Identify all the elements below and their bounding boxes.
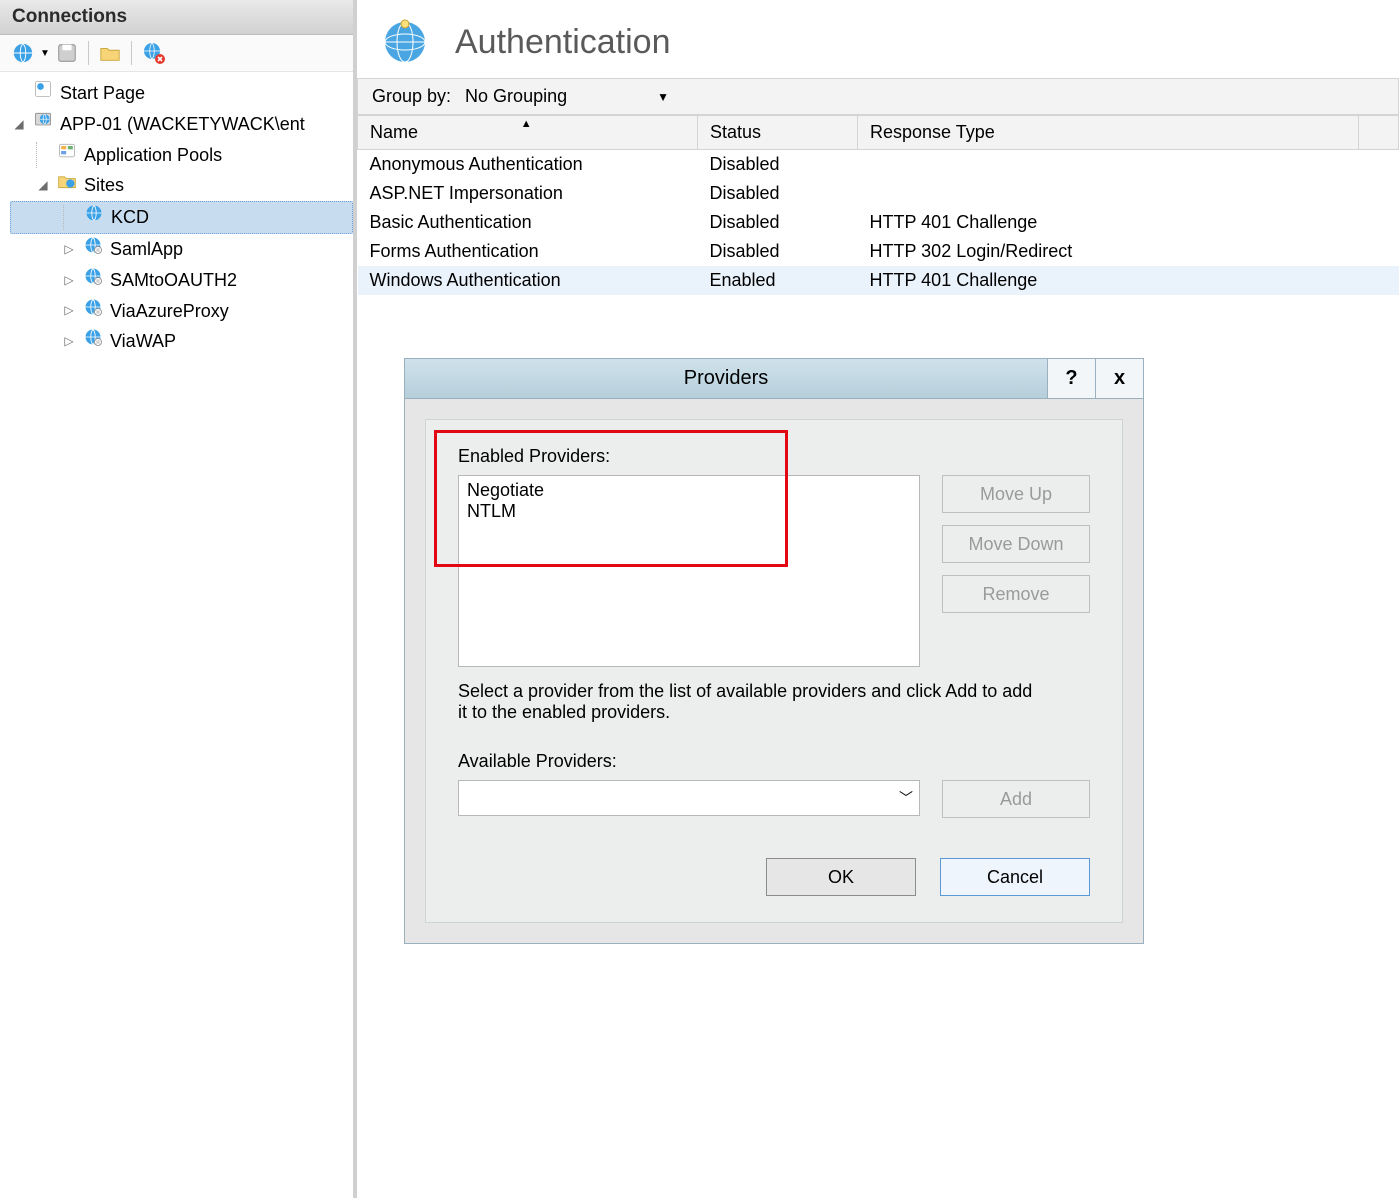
- dropdown-caret-icon[interactable]: ▼: [40, 48, 50, 59]
- group-by-bar: Group by: No Grouping ▼: [357, 78, 1399, 115]
- column-header-spacer: [1359, 116, 1399, 150]
- connections-panel: Connections ▼ Star: [0, 0, 357, 1198]
- available-providers-label: Available Providers:: [458, 751, 1090, 772]
- list-item[interactable]: Negotiate: [467, 480, 911, 501]
- connections-tree[interactable]: Start Page ◢ APP-01 (WACKETYWACK\ent App…: [0, 72, 353, 1198]
- grid-row[interactable]: ASP.NET Impersonation Disabled: [358, 179, 1399, 208]
- cell-name: Basic Authentication: [358, 208, 698, 237]
- site-icon: [82, 266, 104, 295]
- dialog-titlebar[interactable]: Providers ? x: [405, 359, 1143, 399]
- toolbar-separator: [131, 41, 132, 65]
- dialog-close-button[interactable]: x: [1095, 359, 1143, 399]
- authentication-icon: [381, 18, 429, 66]
- connections-toolbar: ▼: [0, 35, 353, 72]
- column-header-label: Name: [370, 122, 418, 142]
- enabled-providers-list[interactable]: Negotiate NTLM: [458, 475, 920, 667]
- cell-name: Anonymous Authentication: [358, 150, 698, 180]
- tree-label: Start Page: [60, 79, 145, 108]
- tree-label: SamlApp: [110, 235, 183, 264]
- tree-label: KCD: [111, 203, 149, 232]
- tree-label: Application Pools: [84, 141, 222, 170]
- move-down-button[interactable]: Move Down: [942, 525, 1090, 563]
- cell-status: Disabled: [698, 237, 858, 266]
- tree-server-node[interactable]: ◢ APP-01 (WACKETYWACK\ent: [10, 109, 353, 140]
- expander-expand-icon[interactable]: ▷: [62, 240, 76, 259]
- site-icon: [82, 297, 104, 326]
- cell-response: HTTP 401 Challenge: [858, 208, 1359, 237]
- cell-name: Forms Authentication: [358, 237, 698, 266]
- expander-collapsed-icon[interactable]: ◢: [12, 115, 26, 134]
- list-item[interactable]: NTLM: [467, 501, 911, 522]
- cell-status: Disabled: [698, 208, 858, 237]
- chevron-down-icon: ▼: [657, 90, 669, 104]
- cell-status: Disabled: [698, 150, 858, 180]
- move-up-button[interactable]: Move Up: [942, 475, 1090, 513]
- group-by-dropdown[interactable]: No Grouping ▼: [461, 84, 673, 109]
- start-page-icon: [32, 79, 54, 108]
- expander-expand-icon[interactable]: ▷: [62, 271, 76, 290]
- site-icon: [82, 235, 104, 264]
- cell-response: [858, 179, 1359, 208]
- chevron-down-icon: ﹀: [899, 788, 913, 808]
- available-providers-dropdown[interactable]: ﹀: [458, 780, 920, 816]
- grid-row[interactable]: Basic Authentication Disabled HTTP 401 C…: [358, 208, 1399, 237]
- cell-response: HTTP 302 Login/Redirect: [858, 237, 1359, 266]
- toolbar-separator: [88, 41, 89, 65]
- dialog-body: Enabled Providers: Negotiate NTLM Move U…: [425, 419, 1123, 923]
- authentication-grid[interactable]: Name ▲ Status Response Type Anonymous Au…: [357, 115, 1399, 295]
- tree-label: APP-01 (WACKETYWACK\ent: [60, 110, 305, 139]
- group-by-label: Group by:: [372, 86, 451, 107]
- tree-label: SAMtoOAUTH2: [110, 266, 237, 295]
- site-icon: [82, 327, 104, 356]
- expander-expand-icon[interactable]: ▷: [62, 332, 76, 351]
- tree-site-samlapp[interactable]: ▷ SamlApp: [10, 234, 353, 265]
- grid-row[interactable]: Forms Authentication Disabled HTTP 302 L…: [358, 237, 1399, 266]
- providers-dialog: Providers ? x Enabled Providers: Negotia…: [404, 358, 1144, 944]
- remove-button[interactable]: Remove: [942, 575, 1090, 613]
- sites-folder-icon: [56, 171, 78, 200]
- group-by-value: No Grouping: [465, 86, 567, 107]
- column-header-name[interactable]: Name ▲: [358, 116, 698, 150]
- app-pools-icon: [56, 141, 78, 170]
- tree-start-page[interactable]: Start Page: [10, 78, 353, 109]
- tree-site-viaazureproxy[interactable]: ▷ ViaAzureProxy: [10, 296, 353, 327]
- folder-open-icon[interactable]: [99, 42, 121, 64]
- dialog-title: Providers: [405, 367, 1047, 390]
- tree-site-kcd[interactable]: KCD: [10, 201, 353, 234]
- tree-sites-node[interactable]: ◢ Sites: [10, 170, 353, 201]
- tree-site-samtooauth2[interactable]: ▷ SAMtoOAUTH2: [10, 265, 353, 296]
- site-icon: [83, 203, 105, 232]
- tree-site-viawap[interactable]: ▷ ViaWAP: [10, 326, 353, 357]
- cell-status: Enabled: [698, 266, 858, 295]
- tree-app-pools[interactable]: Application Pools: [10, 140, 353, 171]
- page-header: Authentication: [357, 0, 1399, 78]
- sort-asc-icon: ▲: [521, 118, 532, 130]
- tree-label: ViaWAP: [110, 327, 176, 356]
- connect-icon[interactable]: [12, 42, 34, 64]
- cell-response: [858, 150, 1359, 180]
- grid-row[interactable]: Windows Authentication Enabled HTTP 401 …: [358, 266, 1399, 295]
- connections-panel-title: Connections: [0, 0, 353, 35]
- save-icon[interactable]: [56, 42, 78, 64]
- server-icon: [32, 110, 54, 139]
- remove-connection-icon[interactable]: [142, 41, 166, 65]
- page-title: Authentication: [455, 23, 671, 62]
- add-button[interactable]: Add: [942, 780, 1090, 818]
- tree-label: ViaAzureProxy: [110, 297, 229, 326]
- column-header-status[interactable]: Status: [698, 116, 858, 150]
- ok-button[interactable]: OK: [766, 858, 916, 896]
- expander-expand-icon[interactable]: ▷: [62, 301, 76, 320]
- dialog-help-button[interactable]: ?: [1047, 359, 1095, 399]
- provider-info-text: Select a provider from the list of avail…: [458, 681, 1038, 723]
- cell-response: HTTP 401 Challenge: [858, 266, 1359, 295]
- column-header-response[interactable]: Response Type: [858, 116, 1359, 150]
- tree-label: Sites: [84, 171, 124, 200]
- grid-row[interactable]: Anonymous Authentication Disabled: [358, 150, 1399, 180]
- expander-collapsed-icon[interactable]: ◢: [36, 176, 50, 195]
- cell-status: Disabled: [698, 179, 858, 208]
- cancel-button[interactable]: Cancel: [940, 858, 1090, 896]
- enabled-providers-label: Enabled Providers:: [458, 446, 1090, 467]
- cell-name: Windows Authentication: [358, 266, 698, 295]
- cell-name: ASP.NET Impersonation: [358, 179, 698, 208]
